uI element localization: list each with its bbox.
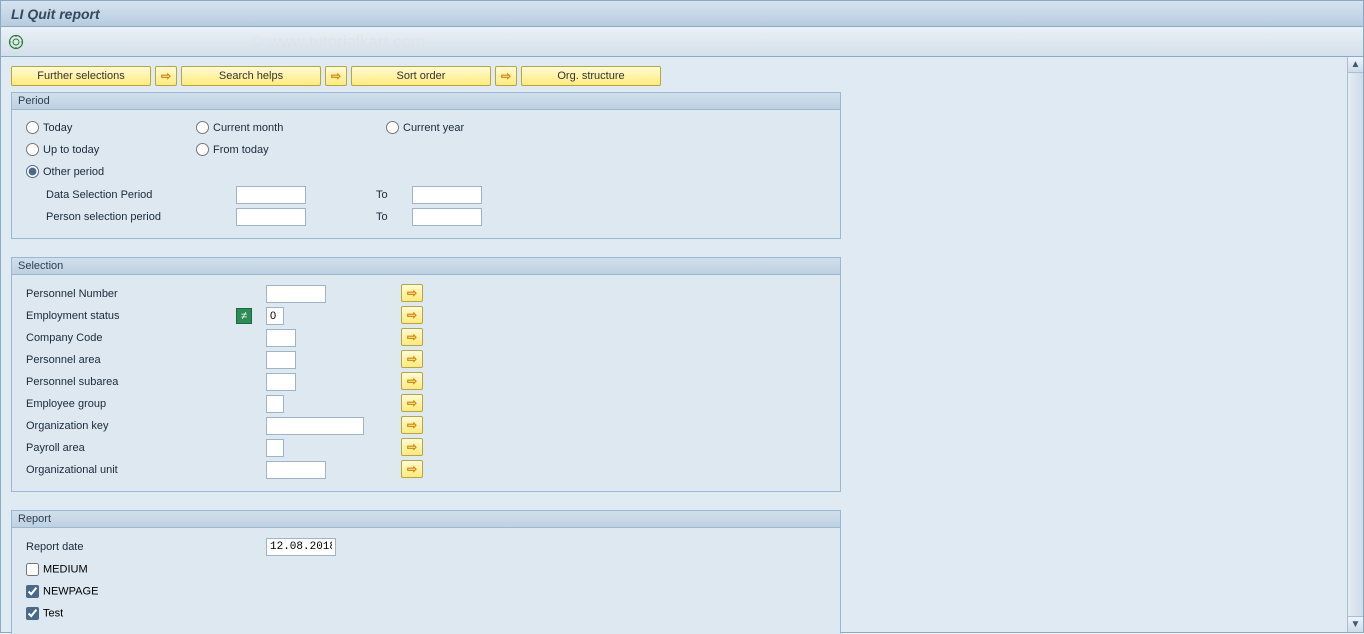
organization-key-input[interactable] bbox=[266, 417, 364, 435]
personnel-number-input[interactable] bbox=[266, 285, 326, 303]
radio-other-period[interactable]: Other period bbox=[26, 165, 104, 178]
employee-group-input[interactable] bbox=[266, 395, 284, 413]
title-bar: LI Quit report bbox=[1, 1, 1363, 27]
company-code-multi-button[interactable]: ⇨ bbox=[401, 328, 423, 346]
employment-status-input[interactable] bbox=[266, 307, 284, 325]
person-selection-to-input[interactable] bbox=[412, 208, 482, 226]
org-structure-button[interactable]: Org. structure bbox=[521, 66, 661, 86]
report-group-header: Report bbox=[12, 511, 840, 528]
personnel-area-multi-button[interactable]: ⇨ bbox=[401, 350, 423, 368]
organizational-unit-label: Organizational unit bbox=[26, 464, 236, 476]
company-code-input[interactable] bbox=[266, 329, 296, 347]
execute-icon[interactable] bbox=[7, 33, 25, 51]
arrow-right-icon: ⇨ bbox=[407, 374, 417, 388]
newpage-checkbox[interactable]: NEWPAGE bbox=[26, 585, 98, 598]
arrow-right-icon: ⇨ bbox=[407, 352, 417, 366]
data-selection-to-input[interactable] bbox=[412, 186, 482, 204]
data-selection-from-input[interactable] bbox=[236, 186, 306, 204]
arrow-right-icon: ⇨ bbox=[501, 69, 511, 83]
personnel-subarea-multi-button[interactable]: ⇨ bbox=[401, 372, 423, 390]
sort-order-button[interactable]: Sort order bbox=[351, 66, 491, 86]
organization-key-multi-button[interactable]: ⇨ bbox=[401, 416, 423, 434]
report-date-label: Report date bbox=[26, 541, 236, 553]
personnel-number-multi-button[interactable]: ⇨ bbox=[401, 284, 423, 302]
not-equal-icon[interactable]: ≠ bbox=[236, 308, 252, 324]
employment-status-multi-button[interactable]: ⇨ bbox=[401, 306, 423, 324]
radio-current-year[interactable]: Current year bbox=[386, 121, 464, 134]
app-toolbar: © www.tutorialkart.com bbox=[1, 27, 1363, 57]
arrow-right-icon: ⇨ bbox=[331, 69, 341, 83]
radio-today[interactable]: Today bbox=[26, 121, 72, 134]
arrow-right-icon: ⇨ bbox=[407, 418, 417, 432]
person-selection-from-input[interactable] bbox=[236, 208, 306, 226]
vertical-scrollbar[interactable]: ▲ ▼ bbox=[1347, 57, 1363, 632]
employee-group-label: Employee group bbox=[26, 398, 236, 410]
organizational-unit-multi-button[interactable]: ⇨ bbox=[401, 460, 423, 478]
arrow-right-icon: ⇨ bbox=[407, 286, 417, 300]
to-label-2: To bbox=[376, 211, 412, 223]
period-group-header: Period bbox=[12, 93, 840, 110]
scroll-up-icon[interactable]: ▲ bbox=[1348, 57, 1363, 73]
scroll-down-icon[interactable]: ▼ bbox=[1348, 616, 1363, 632]
to-label-1: To bbox=[376, 189, 412, 201]
search-helps-button[interactable]: Search helps bbox=[181, 66, 321, 86]
personnel-subarea-input[interactable] bbox=[266, 373, 296, 391]
selection-button-row: Further selections ⇨ Search helps ⇨ Sort… bbox=[11, 66, 1335, 86]
test-checkbox[interactable]: Test bbox=[26, 607, 63, 620]
arrow-right-icon: ⇨ bbox=[407, 308, 417, 322]
radio-current-month[interactable]: Current month bbox=[196, 121, 283, 134]
arrow-right-icon: ⇨ bbox=[407, 396, 417, 410]
organizational-unit-input[interactable] bbox=[266, 461, 326, 479]
further-selections-button[interactable]: Further selections bbox=[11, 66, 151, 86]
employee-group-multi-button[interactable]: ⇨ bbox=[401, 394, 423, 412]
personnel-number-label: Personnel Number bbox=[26, 288, 236, 300]
data-selection-period-label: Data Selection Period bbox=[26, 189, 236, 201]
arrow-right-icon: ⇨ bbox=[407, 330, 417, 344]
personnel-area-label: Personnel area bbox=[26, 354, 236, 366]
sort-order-arrow-button[interactable]: ⇨ bbox=[325, 66, 347, 86]
payroll-area-label: Payroll area bbox=[26, 442, 236, 454]
payroll-area-input[interactable] bbox=[266, 439, 284, 457]
personnel-area-input[interactable] bbox=[266, 351, 296, 369]
organization-key-label: Organization key bbox=[26, 420, 236, 432]
personnel-subarea-label: Personnel subarea bbox=[26, 376, 236, 388]
search-helps-arrow-button[interactable]: ⇨ bbox=[155, 66, 177, 86]
radio-up-to-today[interactable]: Up to today bbox=[26, 143, 99, 156]
page-title: LI Quit report bbox=[11, 6, 100, 22]
arrow-right-icon: ⇨ bbox=[407, 462, 417, 476]
watermark: © www.tutorialkart.com bbox=[251, 32, 425, 52]
period-group: Period Today Current month Current year … bbox=[11, 92, 841, 239]
arrow-right-icon: ⇨ bbox=[161, 69, 171, 83]
payroll-area-multi-button[interactable]: ⇨ bbox=[401, 438, 423, 456]
selection-group-header: Selection bbox=[12, 258, 840, 275]
medium-checkbox[interactable]: MEDIUM bbox=[26, 563, 88, 576]
report-date-input[interactable] bbox=[266, 538, 336, 556]
org-structure-arrow-button[interactable]: ⇨ bbox=[495, 66, 517, 86]
company-code-label: Company Code bbox=[26, 332, 236, 344]
report-group: Report Report date MEDIUM NEWPAGE Test bbox=[11, 510, 841, 634]
radio-from-today[interactable]: From today bbox=[196, 143, 269, 156]
arrow-right-icon: ⇨ bbox=[407, 440, 417, 454]
scroll-track[interactable] bbox=[1348, 73, 1363, 616]
employment-status-label: Employment status bbox=[26, 310, 236, 322]
selection-group: Selection Personnel Number ⇨ Employment … bbox=[11, 257, 841, 492]
person-selection-period-label: Person selection period bbox=[26, 211, 236, 223]
